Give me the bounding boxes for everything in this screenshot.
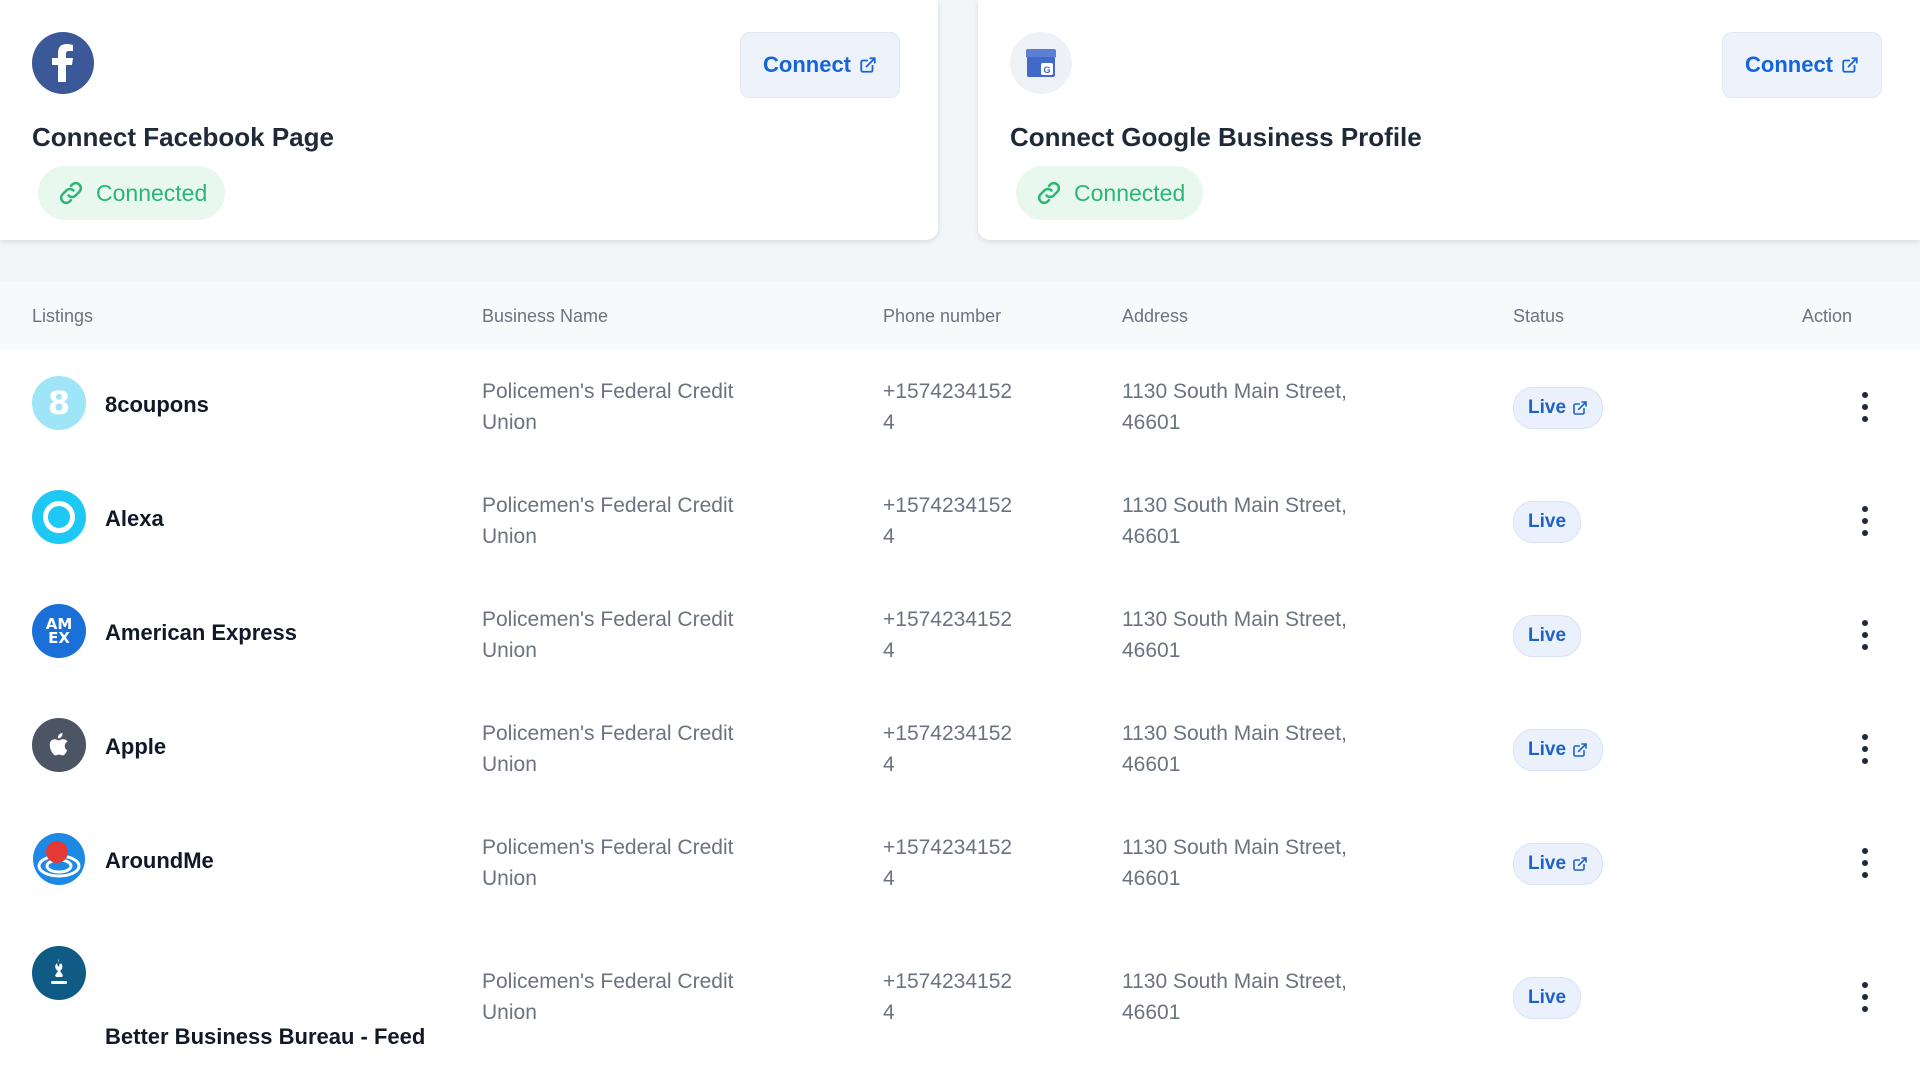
header-business-name: Business Name xyxy=(482,306,609,326)
business-name-cell: Policemen's Federal Credit Union xyxy=(482,380,734,434)
american-express-icon: AM EX xyxy=(32,604,86,658)
listing-name: Better Business Bureau - Feed xyxy=(105,1024,426,1049)
status-label: Live xyxy=(1528,987,1567,1008)
google-business-icon: G xyxy=(1010,32,1072,94)
status-badge-live[interactable]: Live xyxy=(1513,501,1582,543)
alexa-icon xyxy=(32,490,86,544)
external-link-icon xyxy=(1573,401,1587,415)
table-row: AM EX American Express Policemen's Federa… xyxy=(0,578,1920,693)
external-link-icon xyxy=(1573,743,1587,757)
card-title: Connect Facebook Page xyxy=(32,122,334,152)
header-action: Action xyxy=(1802,306,1853,326)
external-link-icon xyxy=(1842,57,1858,73)
table-header: Listings Business Name Phone number Addr… xyxy=(0,282,1920,351)
status-label: Live xyxy=(1528,853,1567,874)
status-badge-live[interactable]: Live xyxy=(1513,615,1582,657)
status-badge-live[interactable]: Live xyxy=(1513,729,1604,771)
header-status: Status xyxy=(1513,306,1565,326)
address-cell: 1130 South Main Street, 46601 xyxy=(1122,722,1347,776)
address-cell: 1130 South Main Street, 46601 xyxy=(1122,970,1347,1024)
external-link-icon xyxy=(1573,857,1587,871)
listing-name: 8coupons xyxy=(105,392,209,417)
phone-cell: +1574234152 4 xyxy=(883,970,1013,1024)
business-name-cell: Policemen's Federal Credit Union xyxy=(482,494,734,548)
business-name-cell: Policemen's Federal Credit Union xyxy=(482,608,734,662)
external-link-icon xyxy=(860,57,876,73)
table-row: Alexa Policemen's Federal Credit Union +1… xyxy=(0,464,1920,579)
status-label: Live xyxy=(1528,511,1567,532)
address-cell: 1130 South Main Street, 46601 xyxy=(1122,380,1347,434)
phone-cell: +1574234152 4 xyxy=(883,836,1013,890)
table-row: Apple Policemen's Federal Credit Union +1… xyxy=(0,692,1920,807)
connected-badge: Connected xyxy=(38,166,226,220)
card-title: Connect Google Business Profile xyxy=(1010,122,1422,152)
link-icon xyxy=(1037,181,1061,205)
header-listings: Listings xyxy=(32,306,94,326)
address-cell: 1130 South Main Street, 46601 xyxy=(1122,836,1347,890)
header-address: Address xyxy=(1122,306,1189,326)
connected-label: Connected xyxy=(96,179,208,206)
address-cell: 1130 South Main Street, 46601 xyxy=(1122,494,1347,548)
business-name-cell: Policemen's Federal Credit Union xyxy=(482,970,734,1024)
more-actions-icon[interactable] xyxy=(1850,977,1880,1017)
link-icon xyxy=(59,181,83,205)
address-cell: 1130 South Main Street, 46601 xyxy=(1122,608,1347,662)
phone-cell: +1574234152 4 xyxy=(883,380,1013,434)
listing-name: Apple xyxy=(105,734,167,759)
more-actions-icon[interactable] xyxy=(1850,615,1880,655)
aroundme-icon xyxy=(32,832,86,886)
status-label: Live xyxy=(1528,397,1567,418)
phone-cell: +1574234152 4 xyxy=(883,722,1013,776)
phone-cell: +1574234152 4 xyxy=(883,494,1013,548)
header-phone: Phone number xyxy=(883,306,1002,326)
connect-facebook-button[interactable]: Connect xyxy=(740,32,900,98)
listing-name: AroundMe xyxy=(105,848,214,873)
connected-label: Connected xyxy=(1074,179,1186,206)
more-actions-icon[interactable] xyxy=(1850,501,1880,541)
phone-cell: +1574234152 4 xyxy=(883,608,1013,662)
listing-name: American Express xyxy=(105,620,297,645)
status-badge-live[interactable]: Live xyxy=(1513,387,1604,429)
8coupons-icon: 8 xyxy=(32,376,86,430)
connect-label: Connect xyxy=(763,52,851,77)
connect-google-button[interactable]: Connect xyxy=(1722,32,1882,98)
business-name-cell: Policemen's Federal Credit Union xyxy=(482,722,734,776)
table-row: AroundMe Policemen's Federal Credit Union… xyxy=(0,806,1920,921)
business-name-cell: Policemen's Federal Credit Union xyxy=(482,836,734,890)
connect-label: Connect xyxy=(1745,52,1833,77)
listings-table: Listings Business Name Phone number Addr… xyxy=(0,282,1920,1080)
bbb-icon xyxy=(32,946,86,1000)
table-row: 8 8coupons Policemen's Federal Credit Uni… xyxy=(0,350,1920,465)
table-row: Better Business Bureau - Feed Policemen'… xyxy=(0,920,1920,1080)
facebook-card: Connect Facebook Page Connected Connect xyxy=(0,0,938,240)
more-actions-icon[interactable] xyxy=(1850,843,1880,883)
more-actions-icon[interactable] xyxy=(1850,387,1880,427)
apple-icon xyxy=(32,718,86,772)
google-business-card: G Connect Google Business Profile Connec… xyxy=(978,0,1920,240)
connected-badge: Connected xyxy=(1016,166,1204,220)
integration-cards: Connect Facebook Page Connected Connect … xyxy=(0,0,1920,280)
status-badge-live[interactable]: Live xyxy=(1513,977,1582,1019)
status-badge-live[interactable]: Live xyxy=(1513,843,1604,885)
facebook-icon xyxy=(32,32,94,94)
more-actions-icon[interactable] xyxy=(1850,729,1880,769)
svg-text:G: G xyxy=(1043,65,1050,75)
status-label: Live xyxy=(1528,625,1567,646)
status-label: Live xyxy=(1528,739,1567,760)
listing-name: Alexa xyxy=(105,506,164,531)
